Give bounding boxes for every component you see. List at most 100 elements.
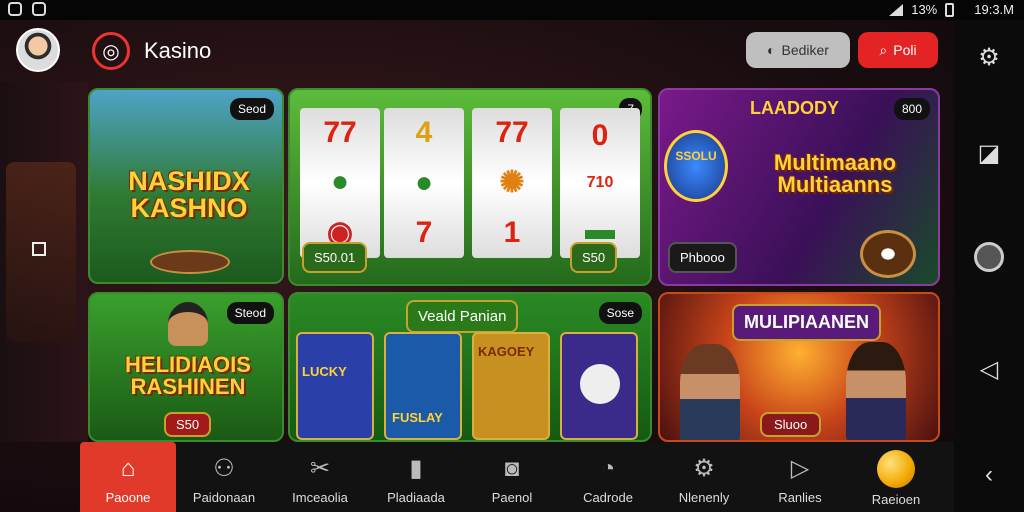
background-slot-machines xyxy=(0,82,88,442)
tab-label: Ranlies xyxy=(778,490,822,505)
game-card-veald-panian[interactable]: Veald Panian Sose LUCKY FUSLAY KAGOEY xyxy=(288,292,652,442)
gear-icon: ⚙ xyxy=(693,455,715,482)
bet-amount-left: S50.01 xyxy=(302,242,368,273)
play-icon: ▷ xyxy=(790,455,810,482)
host-right-illustration xyxy=(846,342,906,440)
casino-app-screen: 13% 19:3.M ◎ Kasino ◐ Bediker ⌕ Poli Seo… xyxy=(0,0,1024,512)
home-icon: ⌂ xyxy=(120,455,136,482)
secondary-button[interactable]: ◐ Bediker xyxy=(746,32,850,68)
game-card-nashidx-kashno[interactable]: Seod NASHIDX KASHNO xyxy=(88,88,284,284)
settings-gear-icon[interactable]: ⚙ xyxy=(974,42,1004,72)
mini-game-tile-1[interactable]: LUCKY xyxy=(296,332,374,440)
tab-label: Paenol xyxy=(491,490,533,505)
wifi-icon xyxy=(889,3,904,16)
tab-home[interactable]: ⌂ Paoone xyxy=(80,442,176,512)
back-chevron-icon[interactable]: ‹ xyxy=(974,460,1004,490)
card-title: HELIDIAOIS RASHINEN xyxy=(125,352,251,399)
tab-coins[interactable]: Raeioen xyxy=(848,442,944,512)
user-avatar[interactable] xyxy=(16,28,60,72)
card-top-text: LAADODY xyxy=(750,98,839,118)
primary-button-label: Poli xyxy=(893,42,917,58)
mini-game-tile-2[interactable]: FUSLAY xyxy=(384,332,462,440)
secondary-button-icon: ◐ xyxy=(767,42,776,58)
bookmark-icon: ▮ xyxy=(409,455,423,482)
edit-icon[interactable]: ◪ xyxy=(974,138,1004,168)
coin-wheel-icon: SSOLU xyxy=(664,130,728,202)
primary-button[interactable]: ⌕ Poli xyxy=(858,32,938,68)
reel-symbol: 710 xyxy=(586,173,614,191)
reel-symbol-melon: ● xyxy=(330,165,350,199)
recent-apps-icon[interactable]: ◁ xyxy=(974,354,1004,384)
card-badge: Seod xyxy=(229,98,274,120)
tab-bookmark[interactable]: ▮ Pladiaada xyxy=(368,442,464,512)
game-card-slot-reels[interactable]: 7 77 ● ◉ 4 ● 7 77 ✺ 1 0 710 ▬ S50.01 S50 xyxy=(288,88,652,286)
tab-camera[interactable]: ◙ Paenol xyxy=(464,442,560,512)
host-left-illustration xyxy=(680,344,740,440)
app-logo-icon: ◎ xyxy=(92,32,130,70)
app-notification-icon xyxy=(32,2,46,16)
tab-label: Cadrode xyxy=(583,490,633,505)
reel-symbol: 77 xyxy=(495,115,529,149)
tab-tools[interactable]: ✂ Imceaolia xyxy=(272,442,368,512)
reel-symbol: 77 xyxy=(323,115,357,149)
tab-label: Imceaolia xyxy=(292,490,348,505)
card-badge: 800 xyxy=(893,98,930,120)
poker-table-illustration xyxy=(150,250,230,274)
status-bar: 13% 19:3.M xyxy=(0,0,1024,20)
card-badge: Steod xyxy=(226,302,274,324)
card-label: Phbooo xyxy=(668,242,737,273)
chat-icon: ◔ xyxy=(600,455,616,482)
card-title: MULIPIAANEN xyxy=(732,304,881,341)
square-icon[interactable] xyxy=(32,242,46,256)
slot-reel-4: 0 710 ▬ xyxy=(560,108,640,258)
play-pill: Sluoo xyxy=(760,412,822,437)
status-icons-left xyxy=(8,2,46,16)
roulette-icon xyxy=(860,230,916,278)
tools-icon: ✂ xyxy=(309,455,331,482)
secondary-button-label: Bediker xyxy=(781,42,829,58)
card-title: NASHIDX KASHNO xyxy=(128,166,250,223)
card-badge: Sose xyxy=(598,302,642,324)
game-card-helidiaois[interactable]: Steod HELIDIAOIS RASHINEN S50 xyxy=(88,292,284,442)
tab-label: Pladiaada xyxy=(387,490,445,505)
card-title: Veald Panian xyxy=(406,300,519,333)
reel-symbol: 7 xyxy=(415,216,433,249)
status-icons-right: 13% 19:3.M xyxy=(889,2,1014,17)
reel-symbol: 1 xyxy=(503,216,521,250)
reel-symbol-melon: ● xyxy=(414,166,434,199)
coin-text: SSOLU xyxy=(675,149,717,163)
mini-game-label: KAGOEY xyxy=(478,344,535,359)
home-circle-icon[interactable] xyxy=(974,242,1004,272)
tab-people[interactable]: ⚇ Paidonaan xyxy=(176,442,272,512)
people-icon: ⚇ xyxy=(213,455,235,482)
mini-game-tile-3[interactable]: KAGOEY xyxy=(472,332,550,440)
character-illustration xyxy=(168,302,208,346)
coin-icon xyxy=(877,450,915,488)
mini-game-tile-4[interactable] xyxy=(560,332,638,440)
slot-reel-3: 77 ✺ 1 xyxy=(472,108,552,258)
tab-label: Nlenenly xyxy=(678,490,730,505)
bottom-nav: ⌂ Paoone ⚇ Paidonaan ✂ Imceaolia ▮ Pladi… xyxy=(80,442,954,512)
notification-icon xyxy=(8,2,22,16)
bet-pill: S50 xyxy=(164,412,212,437)
bet-amount-right: S50 xyxy=(570,242,618,273)
reel-symbol: 0 xyxy=(591,118,609,152)
search-icon: ⌕ xyxy=(879,41,888,58)
app-title: Kasino xyxy=(144,38,212,63)
system-nav-bar: ⚙ ◪ ◁ ‹ xyxy=(954,20,1024,512)
clock: 19:3.M xyxy=(974,2,1014,17)
tab-settings[interactable]: ⚙ Nlenenly xyxy=(656,442,752,512)
dice-icon xyxy=(580,364,620,404)
reel-symbol: 4 xyxy=(415,116,433,149)
tab-label: Paoone xyxy=(105,490,151,505)
game-card-mulipiaanen[interactable]: MULIPIAANEN Sluoo xyxy=(658,292,940,442)
mini-game-label: FUSLAY xyxy=(392,410,443,425)
tab-chat[interactable]: ◔ Cadrode xyxy=(560,442,656,512)
slot-reel-2: 4 ● 7 xyxy=(384,108,464,258)
camera-icon: ◙ xyxy=(504,455,520,482)
mini-game-label: LUCKY xyxy=(302,364,347,379)
tab-play[interactable]: ▷ Ranlies xyxy=(752,442,848,512)
game-card-multimaano[interactable]: LAADODY 800 SSOLU Multimaano Multiaanns … xyxy=(658,88,940,286)
battery-percent: 13% xyxy=(911,2,938,17)
battery-icon xyxy=(945,2,955,17)
